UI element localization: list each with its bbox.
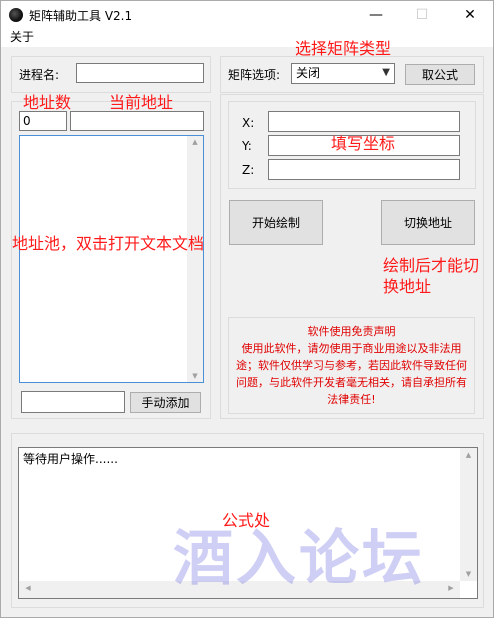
app-logo-icon xyxy=(9,8,23,22)
z-coordinate-input[interactable] xyxy=(268,159,460,180)
close-button[interactable]: ✕ xyxy=(447,1,493,29)
annotation-current-address: 当前地址 xyxy=(109,93,174,112)
process-name-input[interactable] xyxy=(76,63,204,83)
start-draw-button[interactable]: 开始绘制 xyxy=(229,200,323,245)
forum-watermark: 酒入论坛 xyxy=(173,524,425,594)
log-text: 等待用户操作...... xyxy=(23,452,118,466)
log-vertical-scrollbar[interactable]: ▲ ▼ xyxy=(460,448,477,581)
main-window: 矩阵辅助工具 V2.1 — ☐ ✕ 关于 进程名: 0 ▲ ▼ 手动添加 矩阵选… xyxy=(0,0,494,618)
log-scroll-right-icon[interactable]: ▶ xyxy=(446,584,456,592)
process-label: 进程名: xyxy=(19,68,60,82)
disclaimer-title: 软件使用免责声明 xyxy=(307,325,396,338)
log-scroll-up-icon[interactable]: ▲ xyxy=(460,451,477,459)
annotation-address-pool: 地址池，双击打开文本文档 xyxy=(12,234,205,253)
scroll-down-icon[interactable]: ▼ xyxy=(187,372,203,380)
current-address-field[interactable] xyxy=(70,111,204,131)
matrix-option-label: 矩阵选项: xyxy=(228,68,281,82)
minimize-button[interactable]: — xyxy=(353,1,399,29)
annotation-switch-after-draw-2: 换地址 xyxy=(383,277,432,296)
window-title: 矩阵辅助工具 V2.1 xyxy=(29,9,133,23)
matrix-type-selected: 关闭 xyxy=(296,66,321,80)
annotation-select-matrix-type: 选择矩阵类型 xyxy=(295,39,392,58)
switch-address-button[interactable]: 切换地址 xyxy=(381,200,475,245)
maximize-button[interactable]: ☐ xyxy=(399,1,445,29)
manual-address-input[interactable] xyxy=(21,391,125,413)
menu-bar: 关于 xyxy=(1,29,493,47)
get-formula-button[interactable]: 取公式 xyxy=(405,64,475,85)
annotation-address-count: 地址数 xyxy=(23,93,72,112)
x-coordinate-input[interactable] xyxy=(268,111,460,132)
matrix-type-dropdown[interactable]: 关闭 ▼ xyxy=(291,63,395,84)
y-label: Y: xyxy=(242,139,252,153)
address-pool-list[interactable] xyxy=(19,135,204,383)
address-count-field[interactable]: 0 xyxy=(19,111,67,131)
annotation-switch-after-draw-1: 绘制后才能切 xyxy=(383,256,480,275)
x-label: X: xyxy=(242,116,255,130)
z-label: Z: xyxy=(242,163,255,177)
menu-about[interactable]: 关于 xyxy=(10,29,34,45)
disclaimer-box: 软件使用免责声明 使用此软件，请勿使用于商业用途以及非法用途；软件仅供学习与参考… xyxy=(228,317,475,414)
log-scroll-left-icon[interactable]: ◀ xyxy=(23,584,33,592)
chevron-down-icon: ▼ xyxy=(382,67,390,78)
annotation-fill-coordinates: 填写坐标 xyxy=(331,134,396,153)
scroll-up-icon[interactable]: ▲ xyxy=(187,138,203,146)
log-scroll-down-icon[interactable]: ▼ xyxy=(460,570,477,578)
disclaimer-body: 使用此软件，请勿使用于商业用途以及非法用途；软件仅供学习与参考，若因此软件导致任… xyxy=(236,342,467,406)
manual-add-button[interactable]: 手动添加 xyxy=(130,392,201,413)
title-bar[interactable]: 矩阵辅助工具 V2.1 — ☐ ✕ xyxy=(1,1,493,29)
address-pool-scrollbar[interactable]: ▲ ▼ xyxy=(187,136,203,382)
